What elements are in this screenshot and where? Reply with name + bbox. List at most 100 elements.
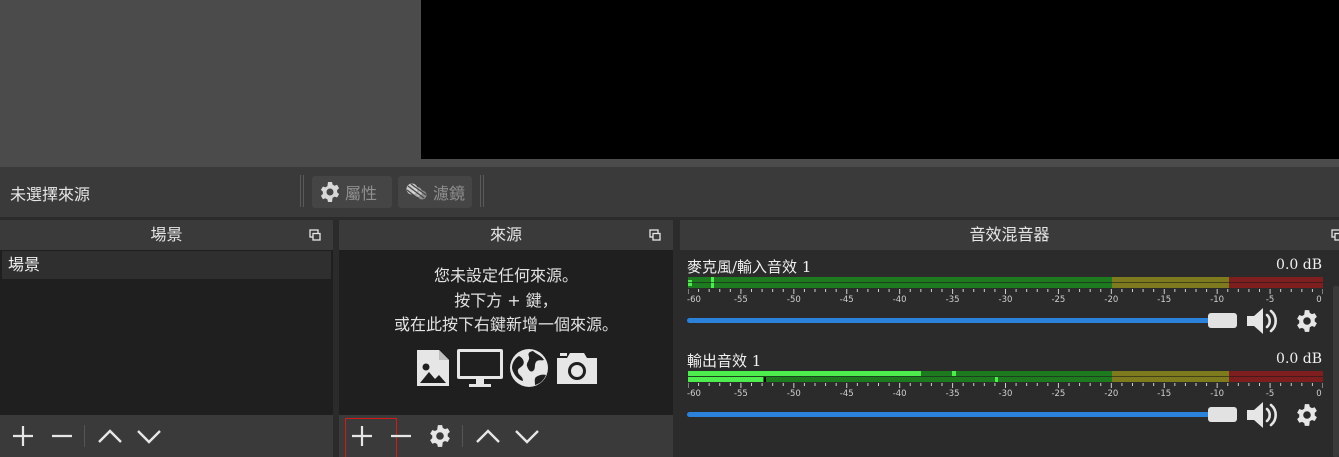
meter-peak-marker bbox=[995, 377, 998, 382]
audio-mixer-body: 麥克風/輸入音效 1 0.0 dB -60 -55 -50 -45 -40 -35 -30-… bbox=[680, 250, 1339, 457]
minus-icon bbox=[391, 434, 411, 438]
meter-scale-label: -10 bbox=[1210, 389, 1225, 399]
meter-scale-labels: -60 -55 -50 -45 -40 -35 -30 -25 -20 -15 -10 -5 0 bbox=[687, 383, 1323, 399]
no-sources-line-1: 您未設定任何來源。 bbox=[433, 266, 578, 285]
speaker-icon[interactable] bbox=[1245, 400, 1281, 430]
remove-source-button[interactable] bbox=[386, 421, 416, 451]
meter-scale-label: -30 bbox=[998, 389, 1013, 399]
display-icon bbox=[457, 349, 503, 387]
move-source-down-button[interactable] bbox=[512, 421, 542, 451]
meter-scale-label: -60 bbox=[687, 295, 701, 305]
channel-name: 輸出音效 1 bbox=[687, 352, 762, 370]
channel-db-readout: 0.0 dB bbox=[1276, 257, 1322, 273]
no-sources-line-2: 按下方 + 鍵， bbox=[454, 290, 558, 310]
properties-button-label: 屬性 bbox=[345, 184, 378, 203]
no-source-selected-label: 未選擇來源 bbox=[10, 185, 91, 204]
scenes-toolbar bbox=[0, 415, 333, 457]
meter-scale-label: -25 bbox=[1051, 295, 1066, 305]
meter-scale-label: -40 bbox=[892, 295, 907, 305]
preview-background bbox=[0, 0, 421, 167]
meter-scale-label: -20 bbox=[1104, 389, 1119, 399]
undock-icon[interactable] bbox=[649, 229, 661, 241]
context-separator bbox=[480, 175, 484, 207]
add-source-button[interactable] bbox=[345, 418, 397, 457]
move-scene-up-button[interactable] bbox=[95, 421, 125, 451]
sources-dock: 來源 您未設定任何來源。 按下方 + 鍵， 或在此按下右鍵新增一個來源。 bbox=[339, 220, 673, 457]
volume-slider-handle[interactable] bbox=[1208, 407, 1237, 422]
meter-scale-label: -5 bbox=[1265, 389, 1275, 399]
move-source-up-button[interactable] bbox=[473, 421, 503, 451]
filters-button[interactable]: 濾鏡 bbox=[398, 176, 472, 208]
meter-scale-label: -55 bbox=[733, 389, 748, 399]
chevron-up-icon bbox=[476, 429, 500, 443]
meter-scale-labels: -60 -55 -50 -45 -40 -35 -30 -25 -20 -15 -10 -5 0 bbox=[687, 289, 1323, 305]
meter-scale-label: -10 bbox=[1210, 295, 1225, 305]
meter-scale-label: -50 bbox=[786, 389, 801, 399]
volume-meter bbox=[688, 277, 1323, 288]
meter-scale-label: -55 bbox=[733, 295, 748, 305]
sources-toolbar bbox=[339, 415, 673, 457]
scenes-dock: 場景 場景 bbox=[0, 220, 333, 457]
undock-icon[interactable] bbox=[1331, 229, 1339, 241]
chevron-down-icon bbox=[515, 430, 539, 444]
plus-icon bbox=[13, 426, 33, 446]
properties-button[interactable]: 屬性 bbox=[312, 176, 392, 208]
meter-scale-label: -5 bbox=[1265, 295, 1275, 305]
camera-icon bbox=[557, 353, 597, 384]
meter-peak-marker bbox=[764, 377, 766, 382]
filter-icon bbox=[404, 180, 430, 204]
chevron-down-icon bbox=[137, 430, 161, 444]
chevron-up-icon bbox=[98, 429, 122, 443]
source-properties-button[interactable] bbox=[425, 421, 455, 451]
sources-dock-title: 來源 bbox=[339, 220, 673, 250]
audio-mixer-dock-title: 音效混音器 bbox=[680, 220, 1339, 250]
volume-slider[interactable] bbox=[687, 318, 1212, 323]
meter-scale-label: -45 bbox=[839, 389, 854, 399]
volume-slider[interactable] bbox=[687, 412, 1212, 417]
meter-scale-label: -15 bbox=[1157, 389, 1172, 399]
globe-icon bbox=[510, 349, 548, 387]
scene-list: 場景 bbox=[0, 250, 333, 415]
mixer-scrollbar[interactable] bbox=[1333, 286, 1339, 457]
scenes-dock-title: 場景 bbox=[0, 220, 333, 250]
obs-main-window: 未選擇來源 屬性 濾鏡 場景 場景 來源 您未設定任何來源。 按下方 + 鍵， … bbox=[0, 0, 1339, 457]
meter-scale-label: -35 bbox=[945, 295, 960, 305]
volume-meter bbox=[688, 371, 1323, 382]
gear-icon[interactable] bbox=[1294, 308, 1320, 334]
speaker-icon[interactable] bbox=[1245, 306, 1281, 336]
undock-icon[interactable] bbox=[309, 229, 321, 241]
gear-icon[interactable] bbox=[1294, 402, 1320, 428]
meter-scale-label: -50 bbox=[786, 295, 801, 305]
meter-level-bar bbox=[688, 377, 763, 382]
meter-scale-label: -45 bbox=[839, 295, 854, 305]
filters-button-label: 濾鏡 bbox=[433, 184, 466, 203]
add-scene-button[interactable] bbox=[8, 421, 38, 451]
source-list[interactable]: 您未設定任何來源。 按下方 + 鍵， 或在此按下右鍵新增一個來源。 bbox=[339, 250, 673, 415]
meter-scale-label: -35 bbox=[945, 389, 960, 399]
preview-canvas[interactable] bbox=[421, 0, 1339, 159]
meter-scale-label: -20 bbox=[1104, 295, 1119, 305]
gear-icon bbox=[430, 425, 450, 447]
remove-scene-button[interactable] bbox=[47, 421, 77, 451]
channel-name: 麥克風/輸入音效 1 bbox=[687, 258, 812, 276]
scene-list-item[interactable]: 場景 bbox=[2, 251, 331, 279]
toolbar-separator bbox=[462, 425, 463, 447]
preview-background-bottom bbox=[421, 159, 1339, 167]
audio-mixer-dock: 音效混音器 麥克風/輸入音效 1 0.0 dB -60 -55 -50 -45 -40-… bbox=[680, 220, 1339, 457]
meter-level-bar bbox=[688, 371, 921, 376]
channel-db-readout: 0.0 dB bbox=[1276, 351, 1322, 367]
no-sources-line-3: 或在此按下右鍵新增一個來源。 bbox=[393, 315, 618, 334]
meter-scale-label: 0 bbox=[1316, 295, 1322, 305]
gear-icon bbox=[318, 180, 342, 204]
toolbar-separator bbox=[84, 425, 85, 447]
meter-scale-label: -25 bbox=[1051, 389, 1066, 399]
meter-peak-marker bbox=[952, 371, 956, 376]
meter-scale-label: -40 bbox=[892, 389, 907, 399]
meter-scale-label: -60 bbox=[687, 389, 701, 399]
volume-slider-handle[interactable] bbox=[1208, 313, 1237, 328]
context-separator bbox=[300, 175, 304, 207]
source-type-icons bbox=[415, 348, 600, 388]
move-scene-down-button[interactable] bbox=[134, 421, 164, 451]
context-bar: 未選擇來源 屬性 濾鏡 bbox=[0, 167, 1339, 217]
minus-icon bbox=[52, 434, 72, 438]
